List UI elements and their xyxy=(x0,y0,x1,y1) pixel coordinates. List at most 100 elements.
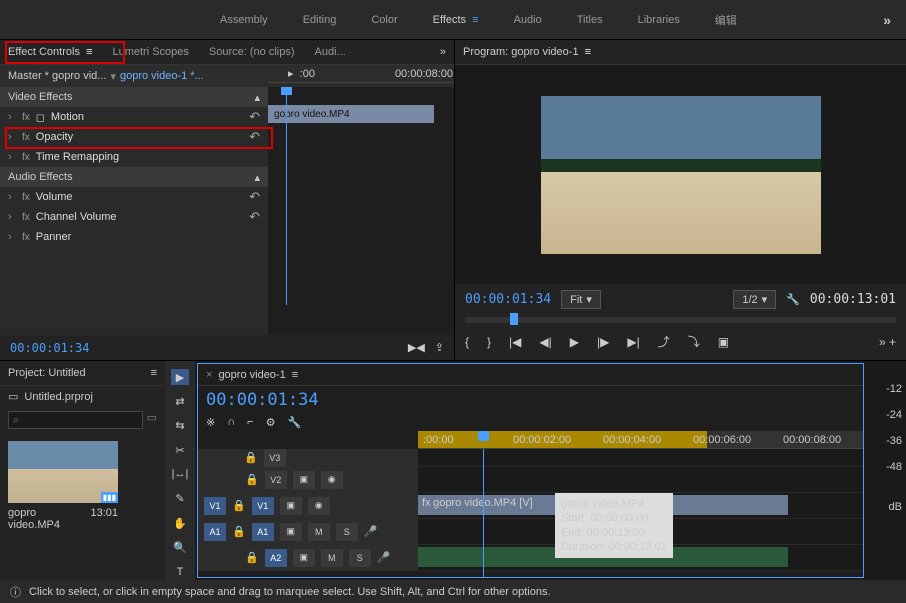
program-monitor: Program: gopro video-1 ≡ 00:00:01:34 Fit… xyxy=(455,40,906,360)
zoom-icon[interactable]: 🔍 xyxy=(171,539,189,555)
master-clip-label: Master * gopro vid... xyxy=(8,70,106,82)
track-v3[interactable]: V3 xyxy=(264,449,286,467)
ec-timecode[interactable]: 00:00:01:34 xyxy=(10,341,89,355)
fit-dropdown[interactable]: Fit ▾ xyxy=(561,290,601,309)
effect-time-remapping[interactable]: ›fx Time Remapping xyxy=(0,147,268,167)
link-icon[interactable]: ⌐ xyxy=(247,416,253,429)
sequence-tab[interactable]: gopro video-1 xyxy=(218,369,285,381)
mute-icon[interactable]: M xyxy=(308,523,330,541)
lock-icon[interactable]: 🔒 xyxy=(245,551,259,564)
lift-icon[interactable]: ⤴ xyxy=(658,333,670,350)
play-icon[interactable]: ▶ xyxy=(570,335,579,349)
tab-audio-trunc[interactable]: Audi... xyxy=(315,46,346,58)
ec-clip-bar[interactable]: gopro video.MP4 xyxy=(268,105,434,123)
audio-effects-heading[interactable]: Audio Effects▴ xyxy=(0,167,268,187)
ws-editing[interactable]: Editing xyxy=(303,14,337,26)
effect-volume[interactable]: ›fx Volume ↶ xyxy=(0,187,268,207)
source-a1[interactable]: A1 xyxy=(204,523,226,541)
overflow-icon[interactable]: » + xyxy=(879,335,896,349)
scrub-head[interactable] xyxy=(510,313,518,325)
clip-badge: ▮▮▮ xyxy=(101,492,118,503)
toggle-output-icon[interactable]: ▣ xyxy=(293,471,315,489)
ws-color[interactable]: Color xyxy=(371,14,397,26)
bin-item[interactable]: ▮▮▮ gopro video.MP4 13:01 xyxy=(8,441,118,531)
toggle-output-icon[interactable]: ▣ xyxy=(280,523,302,541)
type-icon[interactable]: T xyxy=(171,564,189,580)
export-frame-icon[interactable]: ▣ xyxy=(718,335,729,349)
go-start-icon[interactable]: |◀ xyxy=(509,335,521,349)
effect-panner[interactable]: ›fx Panner xyxy=(0,227,268,247)
marker-icon[interactable]: ∩ xyxy=(227,416,235,429)
step-back-icon[interactable]: ◀| xyxy=(539,335,551,349)
eye-icon[interactable]: ◉ xyxy=(321,471,343,489)
overflow-icon[interactable]: » xyxy=(883,12,891,28)
effect-motion[interactable]: ›fx◻ Motion ↶ xyxy=(0,107,268,127)
track-a1[interactable]: A1 xyxy=(252,523,274,541)
clip-duration: 13:01 xyxy=(90,507,118,531)
pen-icon[interactable]: ✎ xyxy=(171,491,189,507)
clip-tooltip: gopro video.MP4 Start: 00:00:00:00 End: … xyxy=(555,493,673,558)
scrub-bar[interactable] xyxy=(465,317,896,323)
timeline-timecode[interactable]: 00:00:01:34 xyxy=(206,390,319,410)
ws-audio[interactable]: Audio xyxy=(514,14,542,26)
panel-menu-icon[interactable]: ≡ xyxy=(292,369,298,381)
reset-icon[interactable]: ↶ xyxy=(249,109,260,125)
lock-icon[interactable]: 🔒 xyxy=(245,473,259,486)
mic-icon[interactable]: 🎤 xyxy=(364,525,378,538)
go-end-icon[interactable]: ▶| xyxy=(627,335,639,349)
wrench-icon[interactable]: 🔧 xyxy=(786,293,800,306)
toggle-output-icon[interactable]: ▣ xyxy=(280,497,302,515)
extract-icon[interactable]: ⤵ xyxy=(688,333,700,350)
video-effects-heading[interactable]: Video Effects▴ xyxy=(0,87,268,107)
zoom-dropdown[interactable]: 1/2 ▾ xyxy=(733,290,776,309)
track-select-icon[interactable]: ⇄ xyxy=(171,393,189,409)
mark-in-icon[interactable]: { xyxy=(465,335,469,349)
effect-channel-volume[interactable]: ›fx Channel Volume ↶ xyxy=(0,207,268,227)
ws-titles[interactable]: Titles xyxy=(577,14,603,26)
snap-icon[interactable]: ※ xyxy=(206,416,215,429)
project-title[interactable]: Project: Untitled xyxy=(8,367,86,379)
program-timecode[interactable]: 00:00:01:34 xyxy=(465,292,551,307)
track-v2[interactable]: V2 xyxy=(265,471,287,489)
program-title[interactable]: Program: gopro video-1 ≡ xyxy=(463,46,591,58)
ripple-edit-icon[interactable]: ⇆ xyxy=(171,418,189,434)
step-fwd-icon[interactable]: |▶ xyxy=(597,335,609,349)
ws-assembly[interactable]: Assembly xyxy=(220,14,268,26)
export-icon[interactable]: ⇪ xyxy=(435,341,444,354)
eye-icon[interactable]: ◉ xyxy=(308,497,330,515)
loop-icon[interactable]: ▶◀ xyxy=(408,341,425,354)
filter-icon[interactable]: ▭ xyxy=(147,411,157,429)
mute-icon[interactable]: M xyxy=(321,549,343,567)
timeline-playhead[interactable] xyxy=(483,449,484,577)
selection-tool-icon[interactable]: ▶ xyxy=(171,369,189,385)
solo-icon[interactable]: S xyxy=(349,549,371,567)
mark-out-icon[interactable]: } xyxy=(487,335,491,349)
slip-icon[interactable]: |↔| xyxy=(171,466,189,482)
settings-icon[interactable]: ⚙ xyxy=(266,416,276,429)
source-v1[interactable]: V1 xyxy=(204,497,226,515)
sequence-link[interactable]: gopro video-1 *... xyxy=(120,70,204,82)
lock-icon[interactable]: 🔒 xyxy=(244,451,258,464)
razor-icon[interactable]: ✂ xyxy=(171,442,189,458)
ec-playhead[interactable] xyxy=(286,87,287,305)
hand-icon[interactable]: ✋ xyxy=(171,515,189,531)
track-v1[interactable]: V1 xyxy=(252,497,274,515)
tab-source[interactable]: Source: (no clips) xyxy=(209,46,295,58)
search-input[interactable] xyxy=(8,411,143,429)
overflow-icon[interactable]: » xyxy=(440,46,446,58)
solo-icon[interactable]: S xyxy=(336,523,358,541)
lock-icon[interactable]: 🔒 xyxy=(232,525,246,538)
ws-libraries[interactable]: Libraries xyxy=(638,14,680,26)
ws-edit-cn[interactable]: 编辑 xyxy=(715,12,737,28)
panel-menu-icon[interactable]: ≡ xyxy=(151,367,157,379)
clip-name: gopro video.MP4 xyxy=(8,507,90,531)
track-a2[interactable]: A2 xyxy=(265,549,287,567)
lock-icon[interactable]: 🔒 xyxy=(232,499,246,512)
ws-effects[interactable]: Effects ≡ xyxy=(433,14,479,26)
reset-icon[interactable]: ↶ xyxy=(249,189,260,205)
reset-icon[interactable]: ↶ xyxy=(249,209,260,225)
toggle-output-icon[interactable]: ▣ xyxy=(293,549,315,567)
wrench-icon[interactable]: 🔧 xyxy=(287,416,301,429)
preview-area[interactable] xyxy=(455,65,906,284)
mic-icon[interactable]: 🎤 xyxy=(377,551,391,564)
